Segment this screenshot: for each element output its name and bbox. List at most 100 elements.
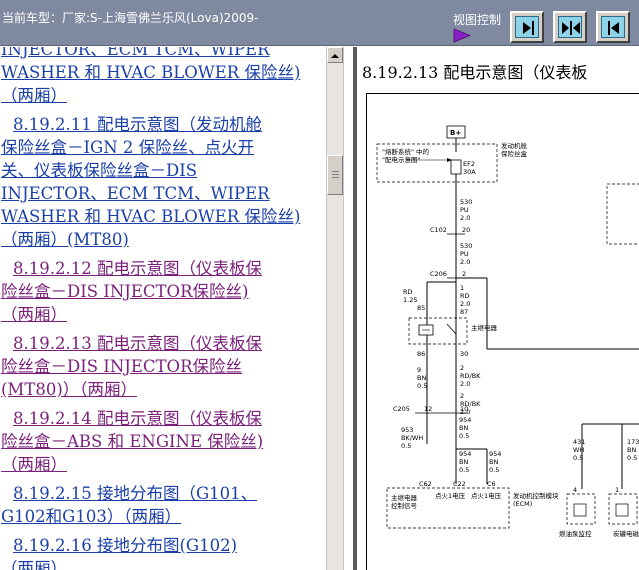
previous-page-button[interactable] <box>596 11 630 43</box>
toc-line[interactable]: 8.19.2.12 配电示意图（仪表板保 <box>1 257 326 280</box>
toc-line[interactable]: 关、仪表板保险丝盒－DIS <box>1 159 326 182</box>
scroll-up-button[interactable] <box>327 47 343 63</box>
wire-953-color: BK/WH <box>401 434 423 442</box>
toc-line[interactable]: 险丝盒－ABS 和 ENGINE 保险丝) <box>1 430 326 453</box>
wire-530-b: 530 <box>460 242 472 250</box>
car-model-label: 当前车型：厂家:S-上海雪佛兰乐风(Lova)2009- <box>2 11 259 25</box>
view-control-label: 视图控制 <box>453 13 502 27</box>
pin-85: 85 <box>417 304 425 312</box>
toc-item-8-19-2-12[interactable]: 8.19.2.12 配电示意图（仪表板保 险丝盒－DIS INJECTOR保险丝… <box>1 257 326 326</box>
wire-2: 2 <box>460 364 464 372</box>
c6-label: C6 <box>487 480 496 488</box>
wire-953: 953 <box>401 426 413 434</box>
wire-954-c: 954 <box>489 450 501 458</box>
sensor-pin-2: 1 <box>615 486 619 494</box>
toc-item-8-19-2-13[interactable]: 8.19.2.13 配电示意图（仪表板保 险丝盒－DIS INJECTOR保险丝… <box>1 332 326 401</box>
toc-item-8-19-2-16[interactable]: 8.19.2.16 接地分布图(G102) （两厢） <box>1 534 326 570</box>
toc-line[interactable]: （两厢） <box>1 84 326 107</box>
scroll-thumb[interactable] <box>327 155 343 195</box>
wire-1: 1 <box>460 284 464 292</box>
arrow-right-bar-icon <box>523 21 534 35</box>
wire-2-size: 2.0 <box>460 380 470 388</box>
toc-item-8-19-2-11[interactable]: 8.19.2.11 配电示意图（发动机舱 保险丝盒－IGN 2 保险丝、点火开 … <box>1 113 326 251</box>
c62-label: C62 <box>419 480 432 488</box>
wire-954-a: 954 <box>459 416 471 424</box>
toc-line[interactable]: INJECTOR、ECM TCM、WIPER <box>1 47 326 61</box>
wire-954-b-size: 0.5 <box>459 466 469 474</box>
wire-954-a-size: 0.5 <box>459 432 469 440</box>
c206-label: C206 <box>430 270 447 278</box>
wire-9: 9 <box>417 366 421 374</box>
wiring-diagram-svg: B+ "熔断系统" 中的 "配电示意图" 发动机舱 保险丝盒 EF2 30A 5… <box>376 125 639 538</box>
wire-2-color: RD/BK <box>460 372 481 380</box>
toc-line[interactable]: 险丝盒－DIS INJECTOR保险丝) <box>1 280 326 303</box>
toc-line[interactable]: 8.19.2.13 配电示意图（仪表板保 <box>1 332 326 355</box>
toc-line[interactable]: （两厢） <box>1 557 326 570</box>
ignition-label-2: 点火1电压 <box>471 491 502 500</box>
wire-1-size: 2.0 <box>460 300 470 308</box>
wire-2b: 2 <box>460 392 464 400</box>
toc-line[interactable]: （两厢）(MT80) <box>1 228 326 251</box>
split-arrows-icon <box>562 21 580 35</box>
pin-86: 86 <box>417 350 425 358</box>
sensor-pin: 4 <box>573 486 577 494</box>
c205-pin10: 10 <box>460 405 468 413</box>
underhood-fuse-label: 发动机舱 <box>501 141 528 150</box>
c206-pin: 2 <box>462 270 466 278</box>
distribution-reference: "熔断系统" 中的 <box>382 147 430 156</box>
c205-label: C205 <box>393 405 410 413</box>
fuse-ef2 <box>450 159 462 175</box>
next-page-button[interactable] <box>510 11 544 43</box>
wire-rd-size: 1.25 <box>403 296 417 304</box>
toc-item-partial[interactable]: INJECTOR、ECM TCM、WIPER WASHER 和 HVAC BLO… <box>1 47 326 107</box>
wire-1733-size: 0.5 <box>627 454 637 462</box>
wire-954-c-size: 0.5 <box>489 466 499 474</box>
wire-530-a: 530 <box>460 198 472 206</box>
battery-label: B+ <box>450 129 461 137</box>
wire-530-a-color: PU <box>460 206 469 214</box>
pin-87: 87 <box>460 308 468 316</box>
wire-954-c-color: BN <box>489 458 498 466</box>
wire-1733: 1733 <box>627 438 639 446</box>
toc-line[interactable]: 8.19.2.15 接地分布图（G101、 <box>1 482 326 505</box>
toc-line[interactable]: G102和G103）（两厢） <box>1 505 326 528</box>
toc-line[interactable]: INJECTOR、ECM TCM、WIPER <box>1 182 326 205</box>
c205-pin12: 12 <box>424 405 432 413</box>
wire-431-color: WH <box>573 446 584 454</box>
pane-splitter[interactable] <box>343 47 357 570</box>
wire-9-color: BN <box>417 374 426 382</box>
toc-line[interactable]: 8.19.2.14 配电示意图（仪表板保 <box>1 407 326 430</box>
underhood-fuse-label-2: 保险丝盒 <box>501 149 528 158</box>
c22-label: C22 <box>453 480 466 488</box>
ecm-relay-signal-2: 控制信号 <box>391 501 418 510</box>
wire-954-b-color: BN <box>459 458 468 466</box>
wire-530-a-size: 2.0 <box>460 214 470 222</box>
toc-line[interactable]: (MT80)）（两厢） <box>1 378 326 401</box>
canister-label: 炭罐电磁阀 <box>613 529 639 538</box>
wire-431-size: 0.5 <box>573 454 583 462</box>
distribution-reference-2: "配电示意图" <box>382 155 420 164</box>
toc-line[interactable]: 8.19.2.11 配电示意图（发动机舱 <box>1 113 326 136</box>
toc-line[interactable]: WASHER 和 HVAC BLOWER 保险丝) <box>1 205 326 228</box>
right-side-box <box>606 183 639 245</box>
toc-line[interactable]: 保险丝盒－IGN 2 保险丝、点火开 <box>1 136 326 159</box>
ecm-label-2: (ECM) <box>513 500 532 508</box>
toc-item-8-19-2-14[interactable]: 8.19.2.14 配电示意图（仪表板保 险丝盒－ABS 和 ENGINE 保险… <box>1 407 326 476</box>
toc-scrollbar[interactable] <box>326 47 343 570</box>
split-view-button[interactable] <box>553 11 587 43</box>
ecm-relay-signal: 主继电器 <box>391 493 418 502</box>
toc-line[interactable]: 险丝盒－DIS INJECTOR保险丝 <box>1 355 326 378</box>
wire-9-size: 0.5 <box>417 382 427 390</box>
toc-line[interactable]: （两厢） <box>1 303 326 326</box>
c102-label: C102 <box>430 226 447 234</box>
toc-line[interactable]: WASHER 和 HVAC BLOWER 保险丝) <box>1 61 326 84</box>
play-arrow-icon <box>453 28 471 43</box>
pin-30: 30 <box>460 350 468 358</box>
wire-954-a-color: BN <box>459 424 468 432</box>
toc-item-8-19-2-15[interactable]: 8.19.2.15 接地分布图（G101、 G102和G103）（两厢） <box>1 482 326 528</box>
fuel-pump-label: 燃油泵监控 <box>559 529 592 538</box>
ef2-label: EF2 <box>463 160 475 168</box>
toc-line[interactable]: 8.19.2.16 接地分布图(G102) <box>1 534 326 557</box>
toc-line[interactable]: （两厢） <box>1 453 326 476</box>
toc-panel: INJECTOR、ECM TCM、WIPER WASHER 和 HVAC BLO… <box>0 47 326 570</box>
